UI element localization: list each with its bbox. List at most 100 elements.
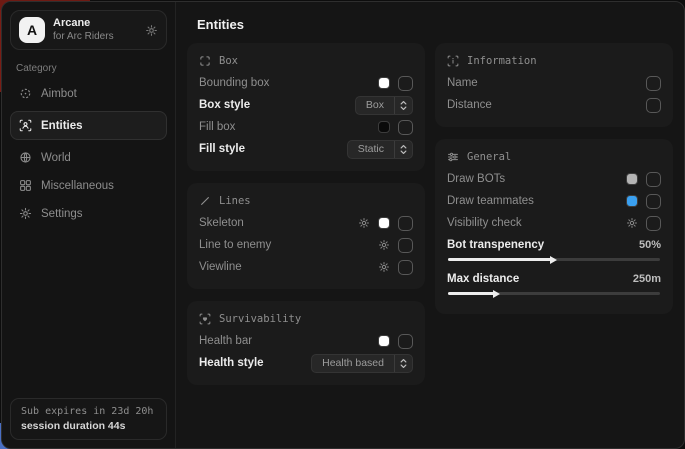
left-column: Box Bounding box Box style Box [187,43,425,385]
checkbox[interactable] [646,172,661,187]
box-style-dropdown[interactable]: Box [355,96,413,115]
subscription-card: Sub expires in 23d 20h session duration … [10,398,167,440]
color-swatch[interactable] [378,121,390,133]
color-swatch[interactable] [626,173,638,185]
panel-box: Box Bounding box Box style Box [187,43,425,171]
row-settings-gear-icon[interactable] [358,217,370,229]
slider-fill [448,292,497,295]
color-swatch[interactable] [378,335,390,347]
sidebar-item-label: Aimbot [41,88,77,100]
sidebar-item-settings[interactable]: Settings [10,201,167,226]
fill-style-dropdown[interactable]: Static [347,140,413,159]
info-scan-icon [447,55,459,67]
setting-label: Bot transpenency [447,239,544,251]
checkbox[interactable] [398,334,413,349]
session-duration: session duration 44s [21,420,156,432]
setting-label: Max distance [447,273,519,285]
setting-label: Skeleton [199,217,244,229]
sidebar-item-entities[interactable]: Entities [10,111,167,140]
checkbox[interactable] [398,238,413,253]
setting-label: Visibility check [447,217,522,229]
gear-icon [19,207,32,220]
slider-value: 50% [639,239,661,251]
setting-row-name: Name [447,72,661,94]
setting-row-bot-transparency: Bot transpenency 50% [447,235,661,261]
setting-row-viewline: Viewline [199,256,413,278]
setting-label: Viewline [199,261,242,273]
arcane-menu-window: A Arcane for Arc Riders Category Aimbot [1,1,685,449]
setting-row-fill-style: Fill style Static [199,138,413,160]
max-distance-slider[interactable] [448,292,660,295]
logo-settings-icon[interactable] [145,24,158,37]
panel-lines-header: Lines [199,195,413,207]
row-settings-gear-icon[interactable] [378,261,390,273]
color-swatch[interactable] [378,77,390,89]
setting-row-draw-bots: Draw BOTs [447,168,661,190]
sidebar-item-world[interactable]: World [10,145,167,170]
sidebar: A Arcane for Arc Riders Category Aimbot [2,2,176,448]
setting-row-max-distance: Max distance 250m [447,269,661,295]
logo-text: Arcane for Arc Riders [53,17,137,42]
globe-icon [19,151,32,164]
logo-avatar: A [19,17,45,43]
setting-label: Fill box [199,121,235,133]
panel-survivability-header: Survivability [199,313,413,325]
panel-title: Lines [219,195,251,207]
row-settings-gear-icon[interactable] [378,239,390,251]
setting-row-visibility-check: Visibility check [447,212,661,234]
sidebar-item-label: World [41,152,71,164]
panel-title: General [467,151,511,163]
health-style-dropdown[interactable]: Health based [311,354,413,373]
page-title: Entities [197,17,673,32]
panel-box-header: Box [199,55,413,67]
setting-label: Health bar [199,335,252,347]
checkbox[interactable] [646,216,661,231]
checkbox[interactable] [398,260,413,275]
checkbox[interactable] [646,98,661,113]
slider-value: 250m [633,273,661,285]
crosshair-icon [19,87,32,100]
setting-row-fill-box: Fill box [199,116,413,138]
row-settings-gear-icon[interactable] [626,217,638,229]
panel-title: Survivability [219,313,301,325]
setting-row-health-bar: Health bar [199,330,413,352]
checkbox[interactable] [646,194,661,209]
checkbox[interactable] [398,216,413,231]
setting-label: Fill style [199,143,245,155]
setting-row-distance: Distance [447,94,661,116]
sidebar-item-label: Settings [41,208,83,220]
panel-survivability: Survivability Health bar Health style He… [187,301,425,385]
setting-label: Distance [447,99,492,111]
panel-title: Box [219,55,238,67]
category-label: Category [16,63,161,74]
checkbox[interactable] [398,120,413,135]
setting-label: Line to enemy [199,239,271,251]
diagonal-line-icon [199,195,211,207]
app-subtitle: for Arc Riders [53,31,137,43]
setting-row-line-to-enemy: Line to enemy [199,234,413,256]
checkbox[interactable] [398,76,413,91]
subscription-expiry: Sub expires in 23d 20h [21,406,156,417]
setting-row-skeleton: Skeleton [199,212,413,234]
color-swatch[interactable] [378,217,390,229]
app-title: Arcane [53,17,137,30]
setting-row-bounding-box: Bounding box [199,72,413,94]
bot-transparency-slider[interactable] [448,258,660,261]
setting-row-box-style: Box style Box [199,94,413,116]
setting-label: Box style [199,99,250,111]
setting-label: Draw BOTs [447,173,505,185]
sidebar-item-miscellaneous[interactable]: Miscellaneous [10,173,167,198]
panel-title: Information [467,55,537,67]
sidebar-item-aimbot[interactable]: Aimbot [10,81,167,106]
panel-information: Information Name Distance [435,43,673,127]
panel-information-header: Information [447,55,661,67]
panel-general-header: General [447,151,661,163]
checkbox[interactable] [646,76,661,91]
setting-label: Draw teammates [447,195,534,207]
setting-label: Health style [199,357,264,369]
color-swatch[interactable] [626,195,638,207]
panel-lines: Lines Skeleton Line to enem [187,183,425,289]
setting-label: Name [447,77,478,89]
sidebar-item-label: Entities [41,120,83,132]
panel-general: General Draw BOTs Draw teammates [435,139,673,314]
